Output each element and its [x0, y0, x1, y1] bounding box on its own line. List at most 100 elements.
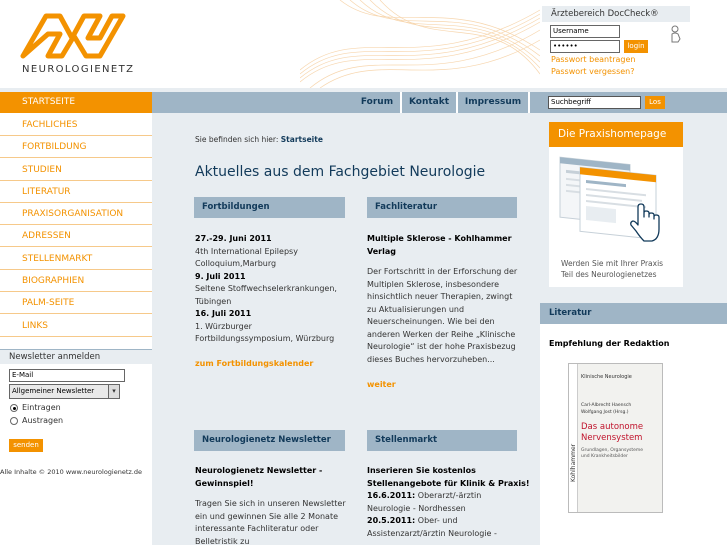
article-text: zu Aktualisierungen und — [367, 304, 465, 314]
book-title-line: Das autonome — [581, 422, 644, 432]
search-button[interactable]: Los — [645, 96, 665, 109]
article-title[interactable]: Multiple Sklerose - Kohlhammer — [367, 234, 512, 243]
tab-impressum[interactable]: Impressum — [458, 92, 528, 113]
article-text: hinsichtlich neuer Therapien, zwingt — [367, 292, 513, 301]
event-date: 16. Juli 2011 — [195, 309, 252, 318]
event-date: 27.-29. Juni 2011 — [195, 234, 272, 243]
event-title[interactable]: Colloquium,Marburg — [195, 259, 276, 268]
book-cover-image[interactable]: Kohlhammer Klinische Neurologie Carl-Alb… — [568, 363, 663, 513]
sidebar-item-fortbildung[interactable]: FORTBILDUNG — [0, 136, 152, 158]
fachliteratur-heading: Fachliteratur — [367, 197, 517, 218]
sidebar-item-links[interactable]: LINKS — [0, 315, 152, 337]
praxis-screenshot-image[interactable] — [558, 155, 676, 253]
event-title[interactable]: Fortbildungssymposium, Würzburg — [195, 334, 334, 343]
event-title[interactable]: Tübingen — [195, 297, 231, 306]
username-input[interactable]: Username — [550, 25, 620, 38]
sidebar-item-palm-seite[interactable]: PALM-SEITE — [0, 292, 152, 314]
newsletter-box-text: interessante Fachliteratur oder — [195, 524, 319, 533]
newsletter-box-content: Neurologienetz Newsletter - Gewinnspiel!… — [195, 465, 355, 545]
event-date: 9. Juli 2011 — [195, 271, 246, 281]
forgot-password-link[interactable]: Passwort vergessen? — [551, 67, 635, 76]
stellenmarkt-title[interactable]: Stellenangebote für Klinik & Praxis! — [367, 479, 530, 488]
radio-austragen[interactable] — [10, 417, 18, 425]
job-title[interactable]: Neurologie - Nordhessen — [367, 504, 466, 513]
sidebar-item-praxisorganisation[interactable]: PRAXISORGANISATION — [0, 203, 152, 225]
fortbildungskalender-link[interactable]: zum Fortbildungskalender — [195, 358, 313, 371]
newsletter-select[interactable]: Allgemeiner Newsletter — [9, 384, 120, 399]
login-button[interactable]: login — [624, 40, 648, 53]
sidebar-item-startseite[interactable]: STARTSEITE — [0, 92, 152, 113]
breadcrumb-prefix: Sie befinden sich hier: — [195, 135, 279, 144]
nav-divider — [528, 92, 530, 113]
job-date: 20.5.2011: — [367, 516, 416, 525]
newsletter-email-input[interactable]: E-Mail — [9, 369, 125, 382]
newsletter-box-title[interactable]: Neurologienetz Newsletter - — [195, 466, 322, 475]
tab-forum[interactable]: Forum — [354, 92, 400, 113]
password-input[interactable]: •••••• — [550, 40, 620, 53]
book-author: Carl-Albrecht Haensch — [581, 403, 632, 408]
book-title: Das autonome Nervensystem — [581, 422, 643, 444]
fachliteratur-article: Multiple Sklerose - Kohlhammer Verlag De… — [367, 233, 527, 366]
sidebar-item-biographien[interactable]: BIOGRAPHIEN — [0, 270, 152, 292]
wave-decoration — [300, 0, 540, 88]
article-text: Neuerscheinungen. Wie bei den — [367, 317, 495, 326]
book-publisher: Kohlhammer — [570, 443, 577, 482]
job-date: 16.6.2011: — [367, 491, 416, 500]
event-title[interactable]: Seltene Stoffwechselerkrankungen, — [195, 284, 337, 293]
praxis-caption-line: Werden Sie mit Ihrer Praxis — [561, 259, 664, 268]
sidebar-item-stellenmarkt[interactable]: STELLENMARKT — [0, 248, 152, 270]
event-title[interactable]: 1. Würzburger — [195, 322, 252, 331]
sidebar-item-literatur[interactable]: LITERATUR — [0, 181, 152, 203]
login-title: Ärztebereich DocCheck® — [551, 9, 659, 19]
praxis-caption-line: Teil des Neurologienetzes — [561, 270, 657, 279]
job-title[interactable]: Oberarzt/-ärztin — [415, 491, 482, 500]
article-text: Multiplen Sklerose, insbesondere — [367, 279, 500, 289]
praxis-banner-title[interactable]: Die Praxishomepage — [549, 122, 683, 147]
book-author: Wolfgang Jost (Hrsg.) — [581, 410, 629, 415]
radio-austragen-label: Austragen — [22, 416, 64, 425]
footer-copyright: Alle Inhalte © 2010 www.neurologienetz.d… — [0, 468, 143, 476]
newsletter-box-text: Belletristik zu — [195, 536, 250, 545]
tab-kontakt[interactable]: Kontakt — [402, 92, 456, 113]
job-title[interactable]: Assistenzarzt/ärztin Neurologie - — [367, 529, 497, 538]
praxis-caption: Werden Sie mit Ihrer Praxis Teil des Neu… — [561, 258, 681, 280]
article-text: anderen Werken der Reihe „Klinische — [367, 329, 516, 339]
article-title[interactable]: Verlag — [367, 247, 396, 256]
book-spine: Kohlhammer — [569, 364, 578, 512]
doccheck-icon — [671, 25, 681, 43]
stellenmarkt-title[interactable]: Inserieren Sie kostenlos — [367, 466, 476, 475]
page-title: Aktuelles aus dem Fachgebiet Neurologie — [195, 164, 486, 180]
sidebar-item-studien[interactable]: STUDIEN — [0, 159, 152, 181]
request-password-link[interactable]: Passwort beantragen — [551, 55, 635, 64]
newsletter-box-heading: Neurologienetz Newsletter — [194, 430, 345, 451]
newsletter-send-button[interactable]: senden — [9, 439, 43, 452]
chevron-down-icon[interactable]: ▾ — [108, 384, 120, 399]
logo-text[interactable]: NEUROLOGIENETZ — [22, 64, 134, 75]
job-title[interactable]: Ober- und — [415, 516, 458, 525]
book-subtitle-line: Grundlagen, Organsysteme — [581, 448, 644, 453]
logo-icon[interactable] — [20, 12, 126, 60]
newsletter-box-text: Tragen Sie sich in unseren Newsletter — [195, 499, 346, 508]
radio-eintragen[interactable] — [10, 404, 18, 412]
article-text: Der Fortschritt in der Erforschung der — [367, 267, 518, 276]
radio-eintragen-label: Eintragen — [22, 403, 61, 412]
literatur-subtitle: Empfehlung der Redaktion — [549, 339, 670, 348]
newsletter-box-text: ein und gewinnen Sie alle 2 Monate — [195, 511, 338, 521]
breadcrumb-current[interactable]: Startseite — [281, 135, 323, 144]
book-subtitle: Grundlagen, Organsysteme und Krankheitsb… — [581, 448, 643, 460]
book-authors: Carl-Albrecht Haensch Wolfgang Jost (Hrs… — [581, 402, 631, 416]
search-input[interactable]: Suchbegriff — [548, 96, 641, 109]
newsletter-box-title[interactable]: Gewinnspiel! — [195, 479, 254, 488]
stellenmarkt-heading: Stellenmarkt — [367, 430, 517, 451]
book-subtitle-line: und Krankheitsbilder — [581, 454, 628, 459]
article-text: Neurologie“ ist der hohe Praxisbezug — [367, 342, 516, 351]
newsletter-title: Newsletter anmelden — [0, 349, 152, 364]
fortbildungen-heading: Fortbildungen — [194, 197, 345, 218]
sidebar-item-fachliches[interactable]: FACHLICHES — [0, 114, 152, 136]
event-title[interactable]: 4th International Epilepsy — [195, 247, 298, 256]
sidebar-item-adressen[interactable]: ADRESSEN — [0, 225, 152, 247]
fortbildungen-list: 27.-29. Juni 2011 4th International Epil… — [195, 233, 355, 346]
literatur-heading: Literatur — [540, 303, 727, 324]
stellenmarkt-content: Inserieren Sie kostenlos Stellenangebote… — [367, 465, 537, 540]
weiter-link[interactable]: weiter — [367, 379, 396, 392]
